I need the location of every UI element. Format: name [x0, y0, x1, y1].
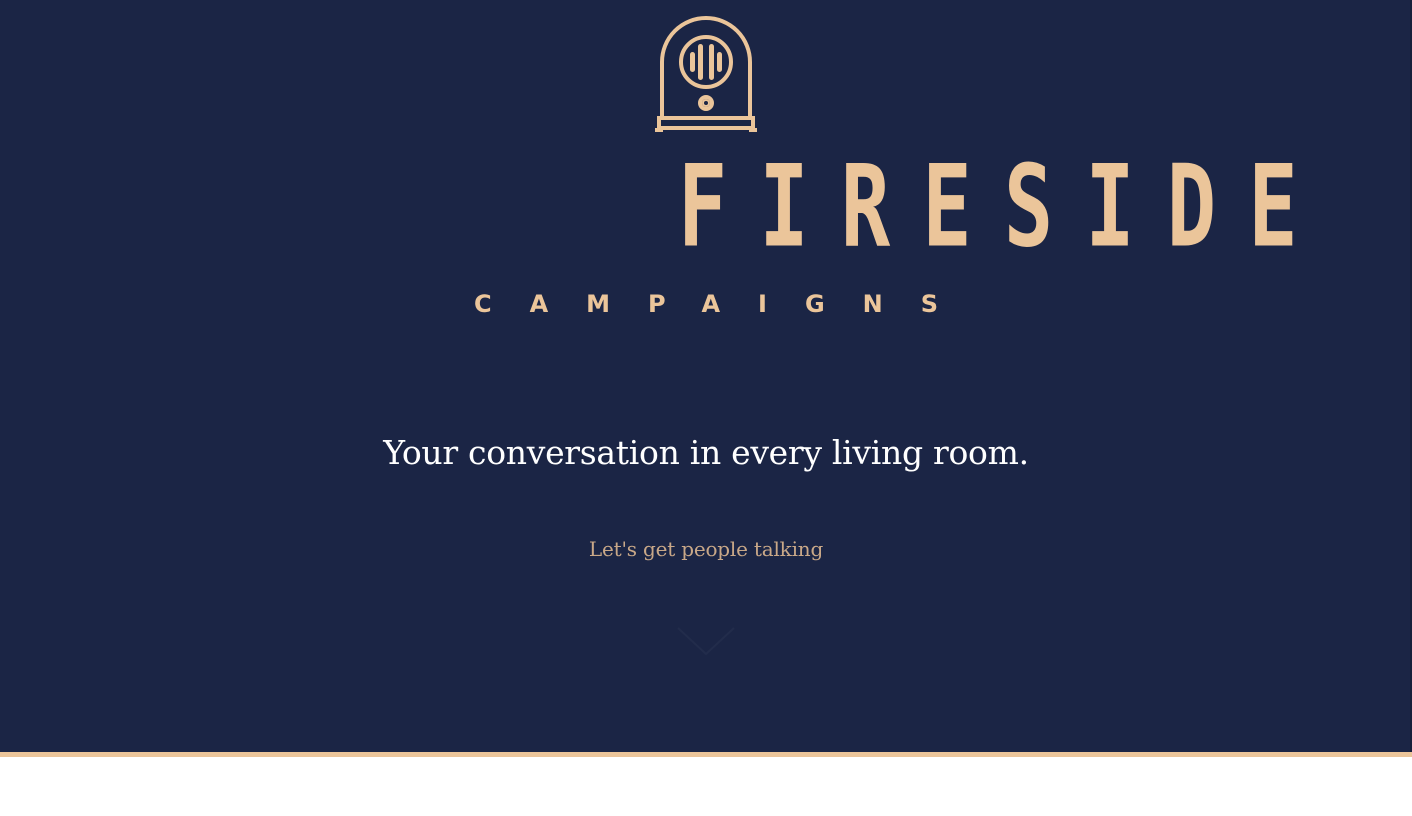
chevron-down-icon[interactable]: [674, 622, 738, 662]
radio-icon: [655, 16, 757, 132]
hero-section: FIRESIDE CAMPAIGNS Your conversation in …: [0, 0, 1412, 752]
brand-wordmark: FIRESIDE: [426, 142, 1298, 272]
brand-name: FIRESIDE: [677, 140, 1330, 274]
hero-tagline: Your conversation in every living room.: [383, 433, 1029, 472]
cta-link[interactable]: Let's get people talking: [506, 532, 906, 566]
below-fold-section: [0, 757, 1412, 816]
brand-subname: CAMPAIGNS: [473, 290, 977, 318]
